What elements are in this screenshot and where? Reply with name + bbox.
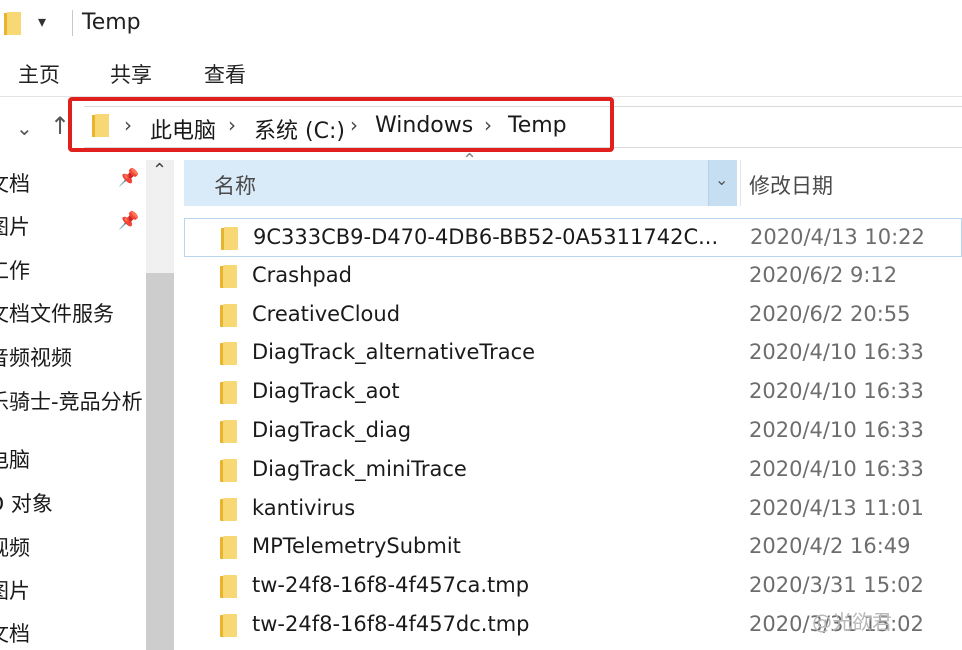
sidebar-item-work[interactable]: 工作: [0, 255, 30, 285]
sidebar-item-3d-objects[interactable]: D 对象: [0, 488, 53, 518]
file-date: 2020/4/13 10:22: [750, 225, 925, 249]
folder-icon: [220, 342, 237, 366]
folder-icon: [220, 420, 237, 443]
file-row[interactable]: 9C333CB9-D470-4DB6-BB52-0A5311742C... 202…: [184, 218, 962, 257]
file-name: MPTelemetrySubmit: [252, 534, 461, 559]
file-date: 2020/6/2 9:12: [749, 262, 898, 287]
sidebar-item-competitor-analysis[interactable]: 乐骑士-竞品分析: [0, 386, 143, 416]
folder-icon: [220, 303, 237, 327]
file-name: CreativeCloud: [252, 301, 401, 326]
column-header-date[interactable]: 修改日期: [749, 170, 833, 200]
quick-access-dropdown-icon[interactable]: ▾: [38, 12, 46, 31]
folder-icon: [220, 264, 237, 288]
file-row[interactable]: kantivirus 2020/4/13 11:01: [184, 490, 962, 529]
file-date: 2020/4/13 11:01: [749, 495, 924, 520]
file-date: 2020/4/10 16:33: [749, 456, 924, 481]
file-name: tw-24f8-16f8-4f457ca.tmp: [252, 573, 530, 598]
file-row[interactable]: DiagTrack_aot 2020/4/10 16:33: [184, 373, 962, 412]
file-date: 2020/4/10 16:33: [749, 340, 924, 365]
sort-ascending-icon: ⌃: [462, 150, 478, 171]
file-row[interactable]: tw-24f8-16f8-4f457ca.tmp 2020/3/31 15:02: [184, 567, 962, 606]
folder-icon: [221, 227, 238, 250]
file-row[interactable]: DiagTrack_diag 2020/4/10 16:33: [184, 412, 962, 451]
column-filter-dropdown[interactable]: ⌄: [708, 160, 737, 206]
sidebar-item-documents[interactable]: 文档: [0, 168, 30, 198]
title-bar: ▾ Temp: [0, 0, 962, 48]
tab-share[interactable]: 共享: [110, 59, 152, 89]
title-separator: [72, 10, 73, 36]
sidebar-item-this-pc[interactable]: 电脑: [0, 444, 30, 474]
file-row[interactable]: DiagTrack_miniTrace 2020/4/10 16:33: [184, 451, 962, 490]
column-header-name[interactable]: [184, 160, 736, 206]
pin-icon: 📌: [118, 211, 140, 231]
file-date: 2020/6/2 20:55: [749, 301, 911, 326]
pin-icon: 📌: [118, 168, 140, 188]
folder-icon: [220, 381, 237, 405]
file-date: 2020/4/10 16:33: [749, 418, 924, 442]
sidebar-item-videos[interactable]: 视频: [0, 532, 30, 562]
file-name: kantivirus: [252, 495, 356, 520]
file-name: DiagTrack_diag: [252, 418, 412, 442]
folder-icon: [4, 12, 22, 36]
folder-icon: [220, 497, 237, 521]
file-row[interactable]: DiagTrack_alternativeTrace 2020/4/10 16:3…: [184, 334, 962, 373]
sidebar-item-audio-video[interactable]: 音频视频: [0, 342, 72, 372]
folder-icon: [220, 458, 237, 482]
file-name: DiagTrack_alternativeTrace: [252, 340, 536, 365]
file-row[interactable]: MPTelemetrySubmit 2020/4/2 16:49: [184, 528, 962, 567]
file-date: 2020/3/31 15:02: [749, 573, 924, 598]
file-date: 2020/4/2 16:49: [749, 534, 911, 559]
tab-home[interactable]: 主页: [18, 59, 60, 89]
sidebar-item-doc-file-service[interactable]: 文档文件服务: [0, 298, 114, 328]
folder-icon: [220, 575, 237, 599]
file-name: DiagTrack_aot: [252, 379, 400, 404]
file-name: DiagTrack_miniTrace: [252, 456, 467, 481]
watermark: @光欲君: [812, 610, 892, 634]
address-highlight-box: [68, 97, 614, 152]
file-date: 2020/4/10 16:33: [749, 379, 924, 404]
file-name: 9C333CB9-D470-4DB6-BB52-0A5311742C...: [253, 225, 719, 249]
folder-icon: [220, 536, 237, 560]
column-divider[interactable]: [740, 160, 741, 206]
sidebar-item-pictures[interactable]: 图片: [0, 211, 30, 241]
folder-icon: [220, 614, 237, 637]
window-title: Temp: [82, 10, 141, 35]
chevron-down-icon: ⌄: [715, 170, 729, 189]
sidebar-scrollbar-thumb[interactable]: [146, 273, 174, 650]
tab-view[interactable]: 查看: [204, 59, 246, 89]
sidebar-item-documents-pc[interactable]: 文档: [0, 618, 30, 648]
recent-locations-icon[interactable]: ⌄: [16, 116, 33, 140]
file-row[interactable]: Crashpad 2020/6/2 9:12: [184, 257, 962, 296]
file-row[interactable]: CreativeCloud 2020/6/2 20:55: [184, 296, 962, 335]
column-name-label: 名称: [214, 174, 256, 198]
file-name: tw-24f8-16f8-4f457dc.tmp: [252, 612, 530, 636]
sidebar-item-pictures-pc[interactable]: 图片: [0, 575, 30, 605]
file-name: Crashpad: [252, 262, 352, 287]
scroll-up-icon[interactable]: ⌃: [152, 160, 167, 181]
